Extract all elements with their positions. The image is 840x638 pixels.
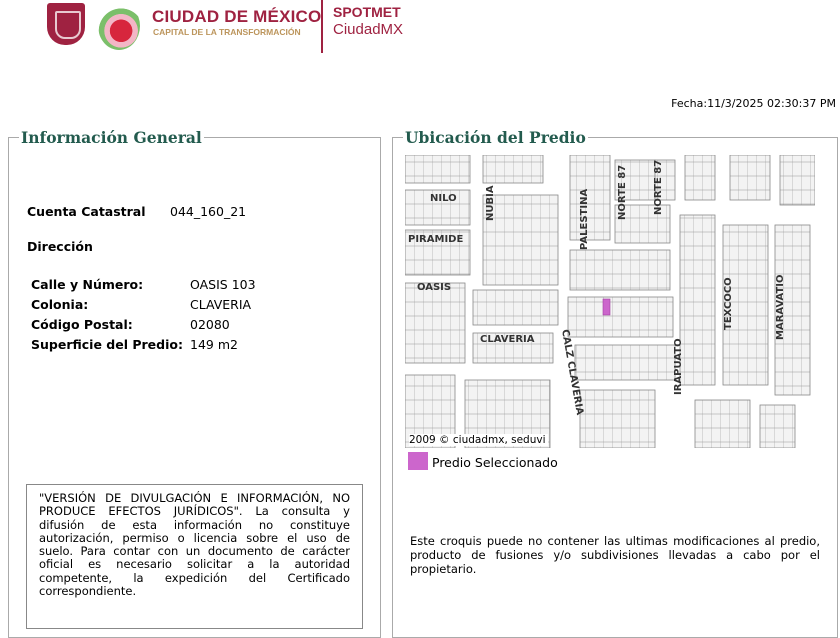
street-label: NORTE 87 <box>653 160 664 215</box>
cdmx-shield-logo <box>47 3 85 45</box>
street-label: TEXCOCO <box>723 277 734 330</box>
heart-emblem-logo <box>98 2 140 50</box>
field-value: 149 m2 <box>190 337 238 352</box>
field-label: Colonia: <box>31 297 89 312</box>
legend-label: Predio Seleccionado <box>432 455 558 470</box>
disclaimer-box: "VERSIÓN DE DIVULGACIÓN E INFORMACIÓN, N… <box>26 484 363 629</box>
field-label: Código Postal: <box>31 317 133 332</box>
field-label: Superficie del Predio: <box>31 337 183 352</box>
street-label: NILO <box>430 193 457 204</box>
header: CIUDAD DE MÉXICO CAPITAL DE LA TRANSFORM… <box>0 0 840 60</box>
app-subname: CiudadMX <box>333 21 404 38</box>
map-note: Este croquis puede no contener las ultim… <box>410 534 820 576</box>
field-value: 02080 <box>190 317 230 332</box>
divider <box>321 0 323 53</box>
app-name: SPOTMET <box>333 4 401 20</box>
field-value: CLAVERIA <box>190 297 252 312</box>
direccion-label: Dirección <box>27 239 93 254</box>
street-label: MARAVATIO <box>775 274 786 340</box>
street-label: PIRAMIDE <box>408 234 463 245</box>
date-stamp: Fecha:11/3/2025 02:30:37 PM <box>671 97 836 110</box>
street-label: CLAVERIA <box>480 334 535 345</box>
cuenta-label: Cuenta Catastral <box>27 204 146 219</box>
cuenta-value: 044_160_21 <box>170 204 247 219</box>
map-copyright: 2009 © ciudadmx, seduvi <box>409 434 548 446</box>
panel-title: Ubicación del Predio <box>405 128 586 147</box>
field-label: Calle y Número: <box>31 277 144 292</box>
legend-swatch <box>408 452 428 470</box>
street-label: NUBIA <box>485 185 496 221</box>
brand-subtitle: CAPITAL DE LA TRANSFORMACIÓN <box>153 27 301 37</box>
selected-lot-highlight <box>602 298 611 316</box>
panel-title: Información General <box>21 128 202 147</box>
street-label: OASIS <box>417 282 451 293</box>
street-label: NORTE 87 <box>617 165 628 220</box>
street-label: IRAPUATO <box>673 338 684 395</box>
field-value: OASIS 103 <box>190 277 256 292</box>
brand-title: CIUDAD DE MÉXICO <box>152 7 322 26</box>
location-map[interactable]: NILO NUBIA PALESTINA NORTE 87 NORTE 87 P… <box>405 155 815 448</box>
street-label: PALESTINA <box>579 189 590 250</box>
